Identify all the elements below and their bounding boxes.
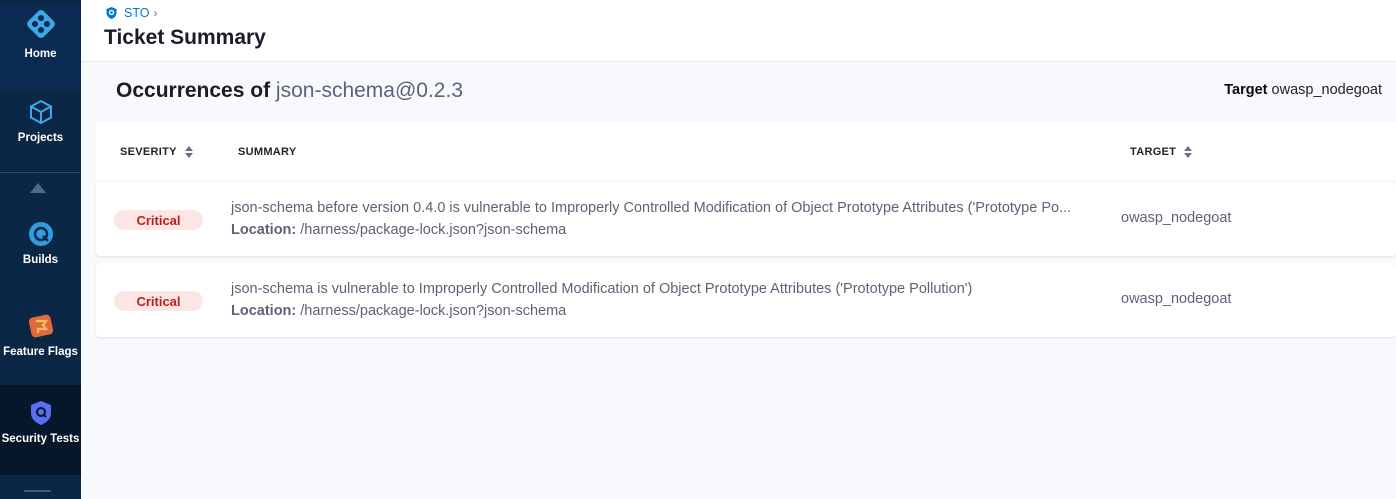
sidebar-item-label: Builds — [22, 254, 59, 266]
column-label: SEVERITY — [120, 146, 177, 158]
sidebar-item-label: Security Tests — [1, 433, 80, 445]
column-label: SUMMARY — [238, 146, 297, 158]
sidebar-item-label: Feature Flags — [3, 346, 78, 358]
sidebar-item-security-tests[interactable]: Security Tests — [0, 385, 81, 475]
page-title: Ticket Summary — [104, 26, 266, 49]
occurrences-title: Occurrences of json-schema@0.2.3 — [116, 79, 463, 103]
occurrences-prefix: Occurrences of — [116, 79, 271, 102]
sidebar-item-home[interactable]: Home — [0, 4, 81, 90]
location-label: Location: — [231, 222, 297, 238]
sidebar-item-builds[interactable]: Builds — [0, 214, 81, 294]
collapse-up-icon[interactable] — [30, 183, 46, 193]
location-value: /harness/package-lock.json?json-schema — [300, 303, 567, 319]
sort-icon[interactable] — [1184, 146, 1193, 158]
shield-icon — [30, 401, 51, 425]
column-header-summary: SUMMARY — [238, 146, 297, 158]
breadcrumb-link[interactable]: STO — [124, 6, 149, 20]
sidebar-bottom-handle — [24, 490, 51, 492]
cube-icon — [29, 99, 52, 125]
flag-icon — [28, 314, 53, 338]
page-header: STO › Ticket Summary — [81, 0, 1396, 62]
table-row[interactable]: Critical json-schema is vulnerable to Im… — [96, 263, 1396, 337]
row-location: Location: /harness/package-lock.json?jso… — [231, 222, 566, 238]
column-header-target[interactable]: TARGET — [1130, 146, 1193, 158]
main-content: Occurrences of json-schema@0.2.3 Target … — [81, 62, 1396, 499]
table-row[interactable]: Critical json-schema before version 0.4.… — [96, 182, 1396, 256]
builds-icon — [28, 222, 53, 246]
location-label: Location: — [231, 303, 297, 319]
column-header-severity[interactable]: SEVERITY — [120, 146, 194, 158]
breadcrumb[interactable]: STO › — [105, 6, 157, 20]
home-icon — [26, 10, 55, 38]
row-summary: json-schema before version 0.4.0 is vuln… — [231, 200, 1072, 216]
chevron-right-icon: › — [153, 6, 158, 20]
row-target: owasp_nodegoat — [1121, 291, 1232, 307]
column-label: TARGET — [1130, 146, 1177, 158]
location-value: /harness/package-lock.json?json-schema — [300, 222, 567, 238]
table-header: SEVERITY SUMMARY TARGET — [96, 122, 1396, 180]
sort-icon[interactable] — [184, 146, 194, 158]
severity-badge: Critical — [114, 291, 203, 311]
sidebar-item-label: Projects — [17, 132, 64, 144]
row-location: Location: /harness/package-lock.json?jso… — [231, 303, 566, 319]
sidebar-item-feature-flags[interactable]: Feature Flags — [0, 304, 81, 384]
row-target: owasp_nodegoat — [1121, 210, 1232, 226]
sidebar: Home Projects Builds Feature Flags Secur… — [0, 0, 81, 499]
sidebar-item-label: Home — [24, 48, 57, 60]
sidebar-item-projects[interactable]: Projects — [0, 94, 81, 174]
sto-shield-icon — [106, 7, 117, 19]
target-value: owasp_nodegoat — [1271, 82, 1382, 98]
sidebar-divider — [0, 172, 81, 173]
package-name: json-schema@0.2.3 — [275, 79, 463, 102]
target-label: Target — [1224, 82, 1268, 98]
target-summary: Target owasp_nodegoat — [1224, 82, 1382, 98]
row-summary: json-schema is vulnerable to Improperly … — [231, 281, 973, 297]
severity-badge: Critical — [114, 210, 203, 230]
